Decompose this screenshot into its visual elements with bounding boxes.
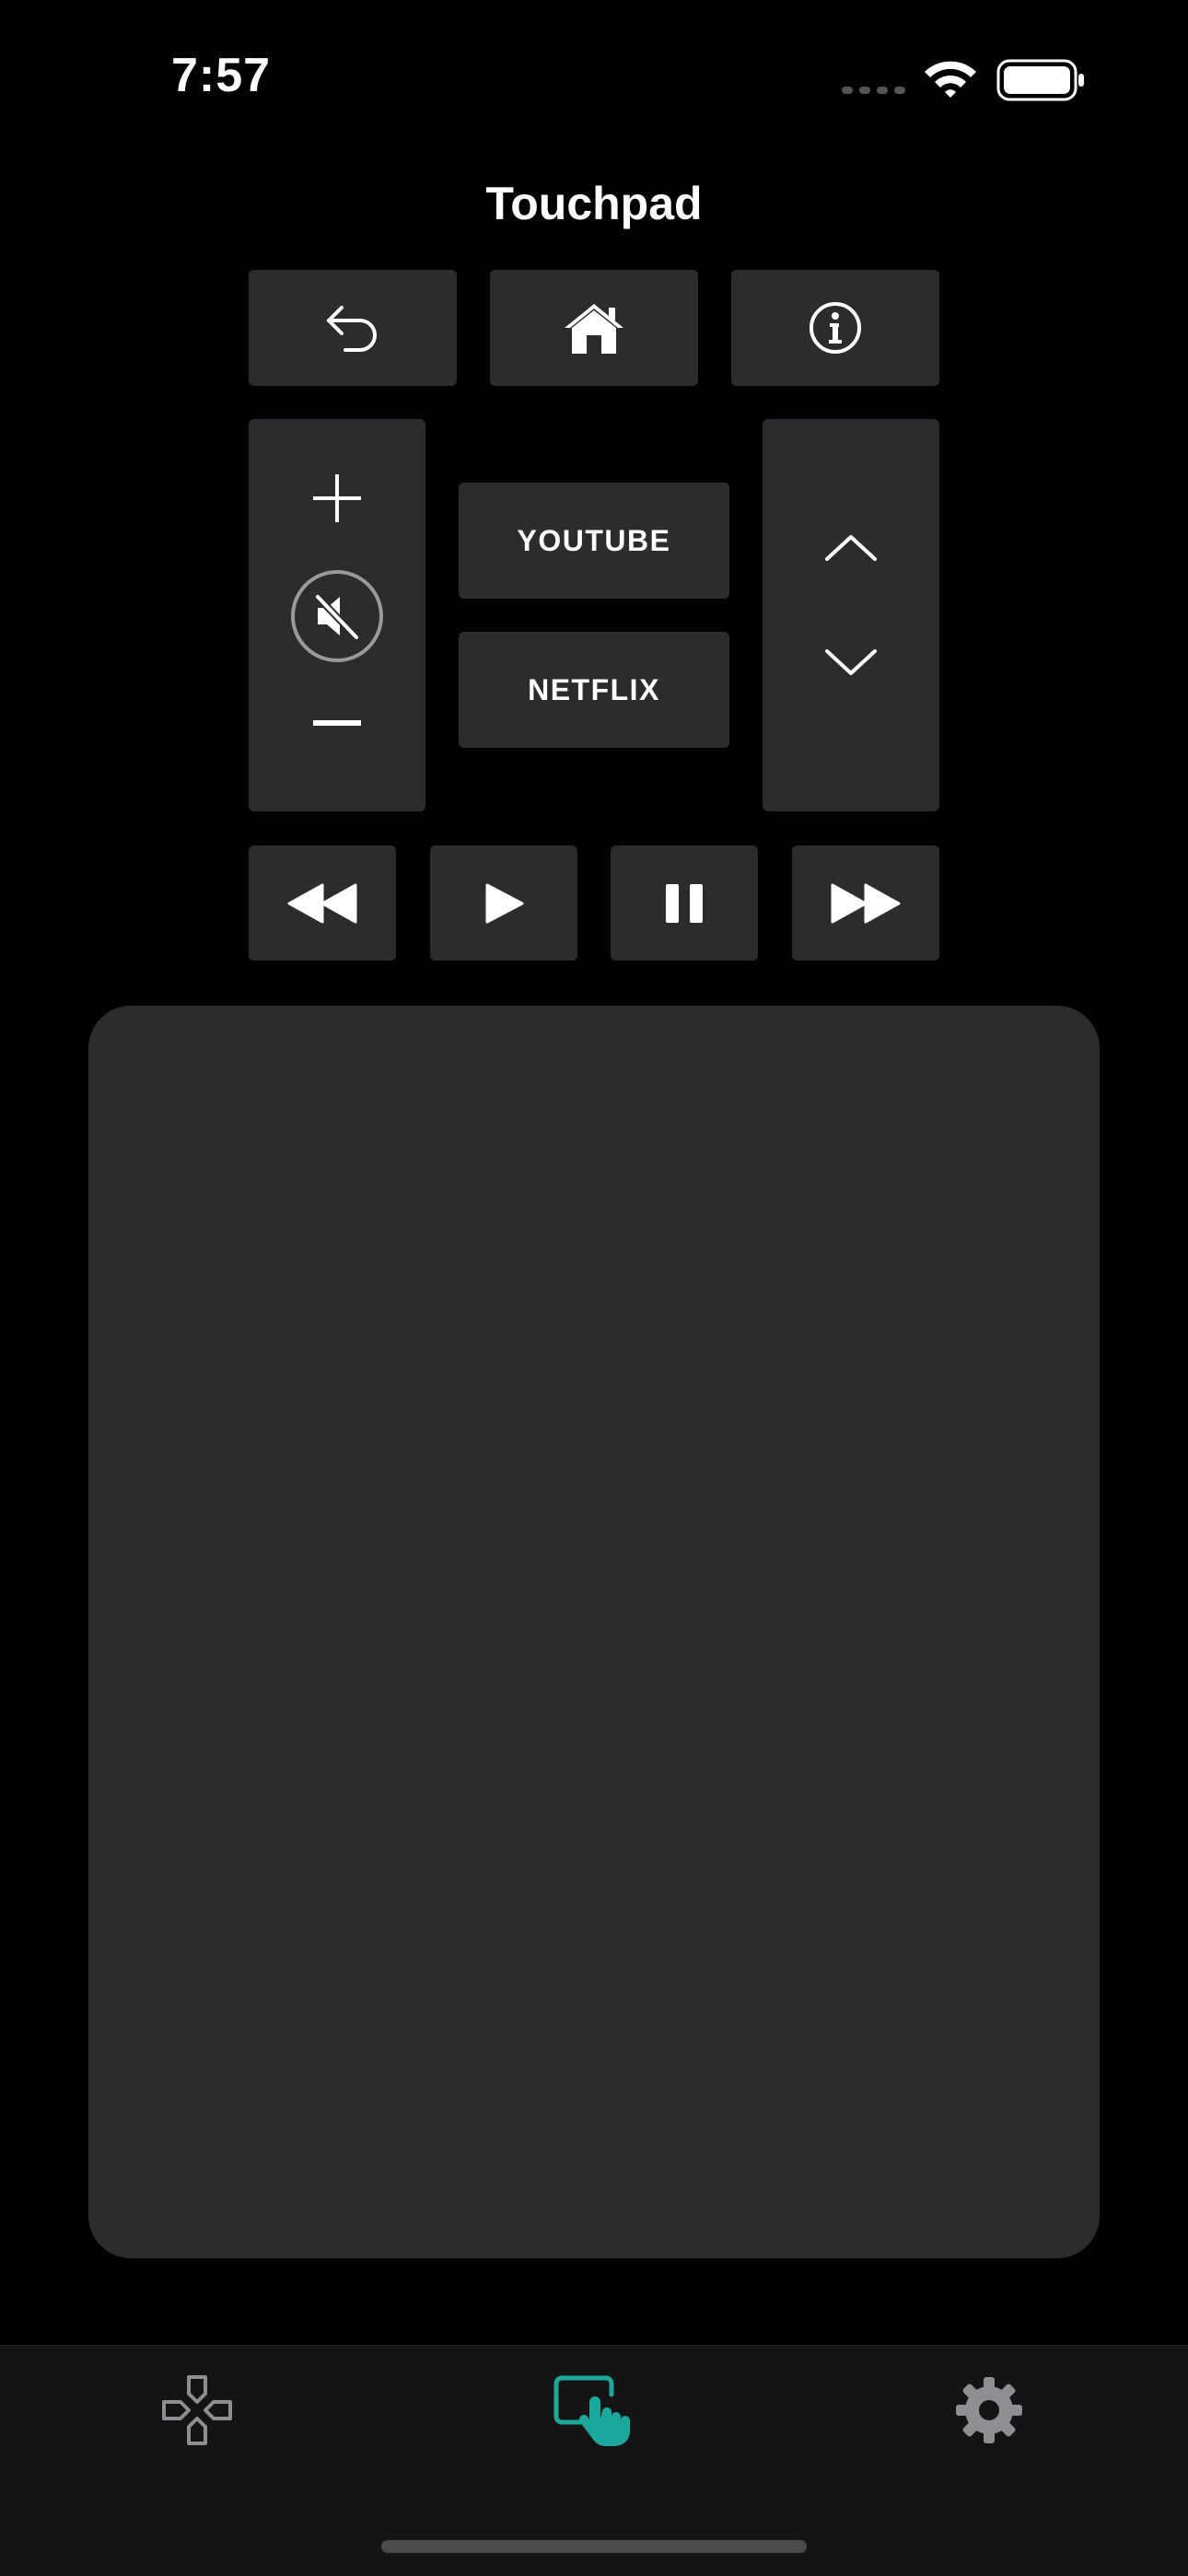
chevron-up-icon (823, 533, 879, 563)
tab-touchpad[interactable] (549, 2360, 641, 2462)
back-arrow-icon (323, 302, 382, 354)
touchpad-surface[interactable] (88, 1006, 1100, 2258)
channel-panel (763, 419, 939, 811)
info-icon (808, 300, 863, 356)
rewind-icon (285, 883, 359, 924)
volume-down-button[interactable] (291, 686, 383, 760)
volume-panel (249, 419, 425, 811)
tab-remote[interactable] (147, 2364, 247, 2456)
tab-settings[interactable] (943, 2364, 1035, 2456)
fast-forward-button[interactable] (792, 845, 939, 961)
minus-icon (311, 718, 363, 728)
home-icon (561, 300, 627, 356)
signal-dots-icon (842, 85, 906, 96)
youtube-label: YOUTUBE (517, 523, 671, 557)
play-icon (482, 881, 526, 926)
pause-icon (664, 882, 705, 925)
mute-icon (290, 569, 384, 663)
netflix-button[interactable]: NETFLIX (459, 632, 729, 748)
battery-icon (996, 59, 1087, 101)
status-time: 7:57 (171, 49, 272, 102)
pause-button[interactable] (611, 845, 758, 961)
page-title: Touchpad (485, 178, 703, 229)
channel-down-button[interactable] (805, 625, 897, 699)
wifi-icon (921, 57, 980, 101)
fast-forward-icon (829, 883, 903, 924)
home-indicator (381, 2540, 807, 2553)
volume-up-button[interactable] (291, 461, 383, 535)
channel-up-button[interactable] (805, 511, 897, 585)
mute-button[interactable] (290, 569, 384, 663)
info-button[interactable] (731, 270, 939, 386)
chevron-down-icon (823, 647, 879, 677)
back-button[interactable] (249, 270, 457, 386)
touchpad-hand-icon (553, 2374, 637, 2448)
home-button[interactable] (490, 270, 698, 386)
dpad-icon (160, 2373, 234, 2447)
netflix-label: NETFLIX (528, 672, 660, 706)
plus-icon (311, 472, 363, 524)
rewind-button[interactable] (249, 845, 396, 961)
play-button[interactable] (430, 845, 577, 961)
youtube-button[interactable]: YOUTUBE (459, 483, 729, 599)
gear-icon (954, 2375, 1024, 2445)
